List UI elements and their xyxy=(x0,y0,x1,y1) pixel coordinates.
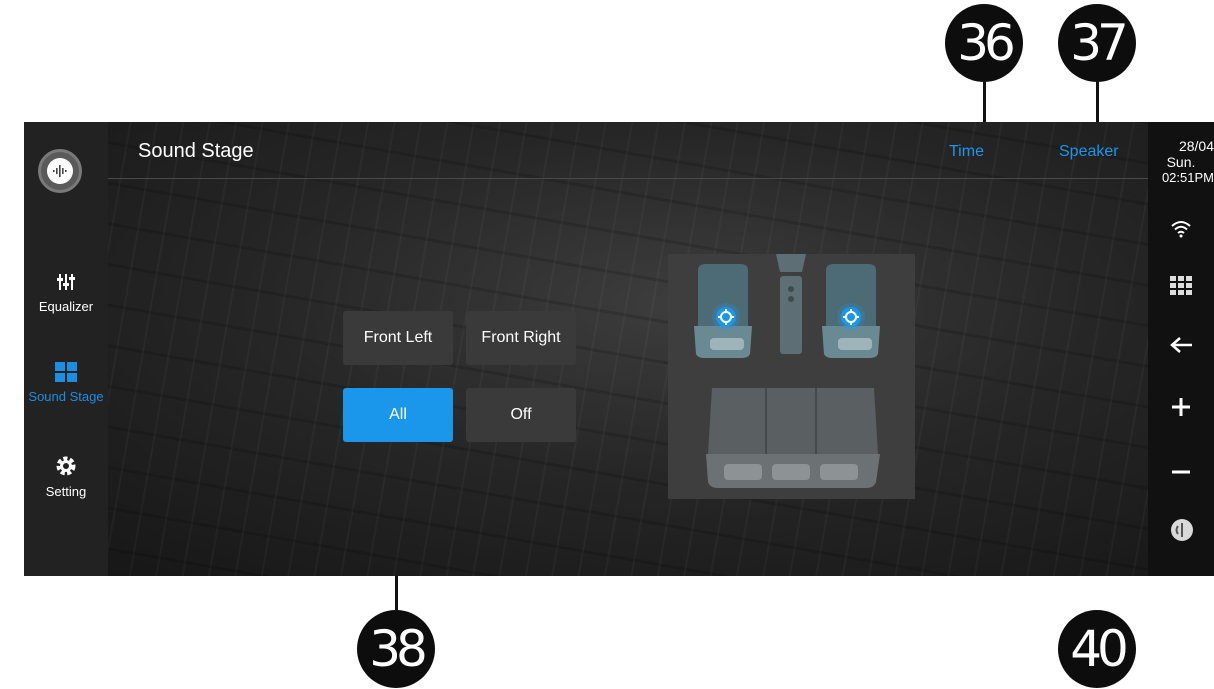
audio-app-logo-button[interactable] xyxy=(38,149,82,193)
callout-40: 40 xyxy=(1058,610,1136,688)
mixer-background-image xyxy=(24,122,1214,576)
all-button[interactable]: All xyxy=(343,388,453,442)
page-title: Sound Stage xyxy=(138,140,254,162)
soundwave-icon xyxy=(47,158,73,184)
back-arrow-icon[interactable] xyxy=(1170,336,1194,359)
nav-item-equalizer[interactable]: Equalizer xyxy=(24,272,108,314)
callout-37: 37 xyxy=(1058,4,1136,82)
nav-label-equalizer: Equalizer xyxy=(38,299,94,314)
nav-label-sound-stage: Sound Stage xyxy=(28,389,104,404)
callout-38: 38 xyxy=(357,610,435,688)
gear-icon xyxy=(24,455,108,480)
tab-speaker[interactable]: Speaker xyxy=(1059,143,1119,161)
nav-label-setting: Setting xyxy=(45,484,87,499)
wifi-icon[interactable] xyxy=(1170,220,1192,243)
volume-down-icon[interactable] xyxy=(1170,462,1192,480)
front-left-target-icon[interactable] xyxy=(711,302,741,332)
sound-stage-grid-icon xyxy=(24,362,108,385)
status-weekday: Sun. xyxy=(1166,154,1196,170)
power-icon[interactable] xyxy=(1170,518,1194,547)
status-time: 02:51PM xyxy=(1161,170,1214,185)
front-right-button[interactable]: Front Right xyxy=(466,311,576,365)
off-button[interactable]: Off xyxy=(466,388,576,442)
status-date: 28/04 xyxy=(1178,138,1214,154)
left-navigation: Equalizer Sound Stage Setting xyxy=(24,122,108,576)
nav-item-sound-stage[interactable]: Sound Stage xyxy=(24,362,108,404)
tab-time[interactable]: Time xyxy=(949,143,984,161)
callout-36: 36 xyxy=(945,4,1023,82)
top-bar: Sound Stage Time Speaker xyxy=(108,122,1148,179)
equalizer-sliders-icon xyxy=(24,272,108,295)
car-seats-illustration xyxy=(694,254,880,488)
head-unit-screen: Equalizer Sound Stage Setting Sound Stag… xyxy=(24,122,1214,576)
apps-grid-icon[interactable] xyxy=(1170,276,1192,301)
front-right-target-icon[interactable] xyxy=(836,302,866,332)
right-system-bar: 28/04 Sun. 02:51PM xyxy=(1148,122,1214,576)
status-clock: 28/04 Sun. 02:51PM xyxy=(1148,138,1214,186)
nav-item-setting[interactable]: Setting xyxy=(24,455,108,499)
volume-up-icon[interactable] xyxy=(1170,396,1192,423)
front-left-button[interactable]: Front Left xyxy=(343,311,453,365)
car-seat-diagram xyxy=(668,254,915,499)
